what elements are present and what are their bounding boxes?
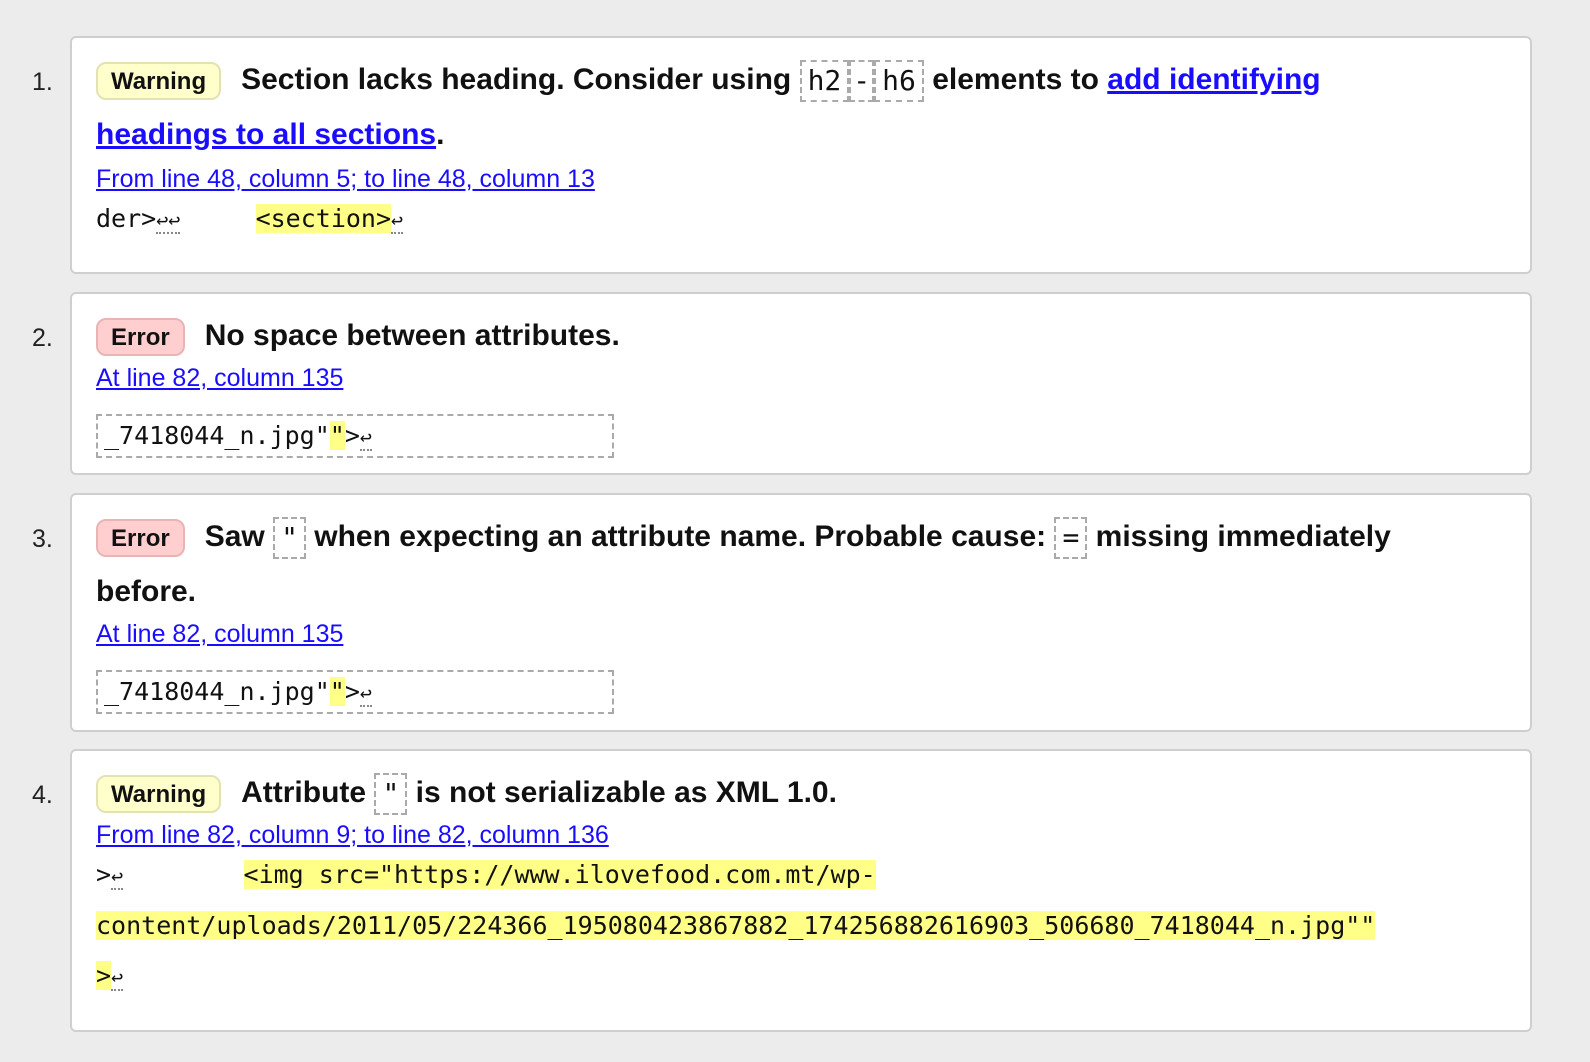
message-item-3: 3. Error Saw " when expecting an attribut… <box>32 493 1532 732</box>
code-keyword: " <box>273 517 306 560</box>
message-text: Error Saw " when expecting an attribute n… <box>96 509 1516 619</box>
code-extract: der>↩↩ <section>↩ <box>96 204 404 234</box>
error-badge: Error <box>96 519 185 558</box>
help-link[interactable]: add identifying <box>1107 63 1320 96</box>
error-badge: Error <box>96 318 185 357</box>
code-keyword: = <box>1054 517 1088 560</box>
message-number: 2. <box>32 324 53 352</box>
message-number: 1. <box>32 68 53 96</box>
location-link[interactable]: At line 82, column 135 <box>96 363 343 393</box>
code-keyword: h2 <box>799 60 850 103</box>
code-keyword: h6 <box>874 60 924 103</box>
message-item-2: 2. Error No space between attributes. At … <box>32 292 1532 475</box>
warning-badge: Warning <box>96 62 222 101</box>
location-link[interactable]: From line 48, column 5; to line 48, colu… <box>96 164 595 194</box>
message-item-4: 4. Warning Attribute " is not serializabl… <box>32 749 1532 1032</box>
code-extract: _7418044_n.jpg"">↩ <box>96 670 614 714</box>
location-link[interactable]: From line 82, column 9; to line 82, colu… <box>96 820 609 850</box>
code-keyword: - <box>849 60 875 103</box>
message-text: Warning Attribute " is not serializable a… <box>96 765 1516 820</box>
message-text: Warning Section lacks heading. Consider u… <box>96 52 1516 162</box>
code-keyword: " <box>374 773 408 816</box>
code-extract: _7418044_n.jpg"">↩ <box>96 414 614 458</box>
warning-badge: Warning <box>96 775 222 814</box>
location-link[interactable]: At line 82, column 135 <box>96 619 343 649</box>
message-text: Error No space between attributes. <box>96 308 1516 363</box>
message-number: 3. <box>32 525 53 553</box>
code-extract: >↩ <img src="https://www.ilovefood.com.m… <box>96 860 1376 991</box>
help-link[interactable]: headings to all sections <box>96 118 436 151</box>
message-item-1: 1. Warning Section lacks heading. Conside… <box>32 36 1532 274</box>
message-number: 4. <box>32 781 53 809</box>
